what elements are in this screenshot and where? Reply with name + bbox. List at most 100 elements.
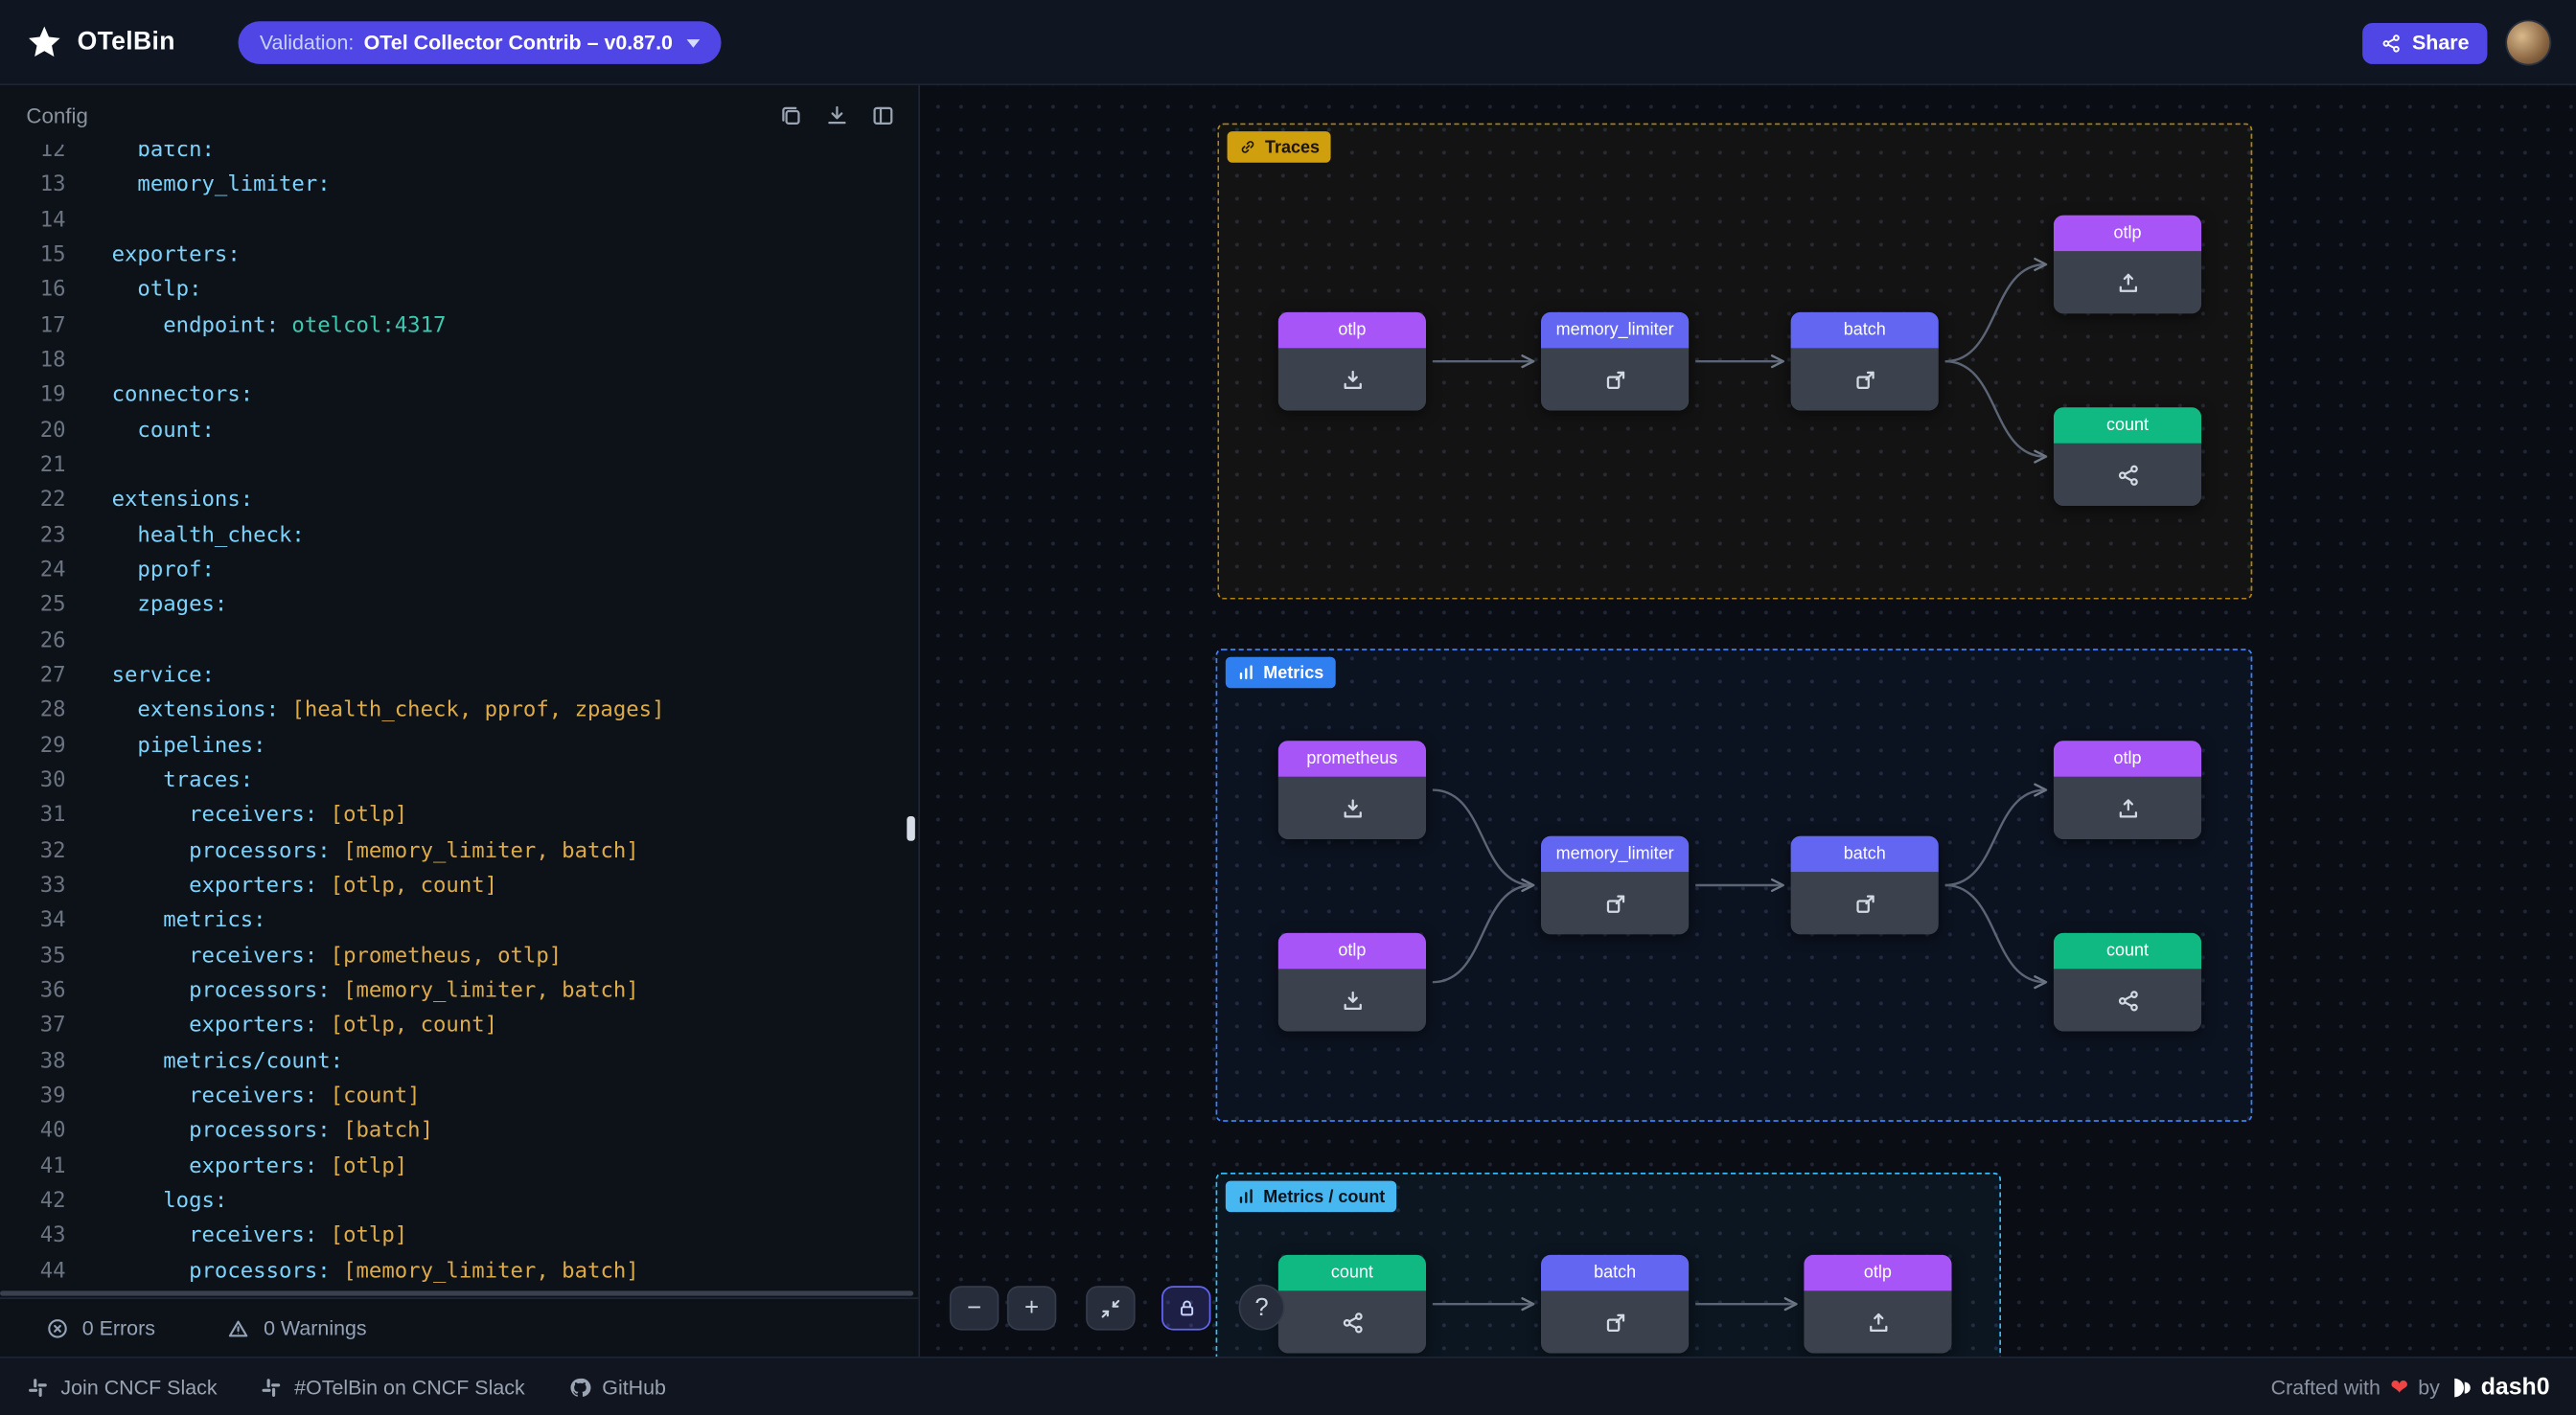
node-t-ml[interactable]: memory_limiter [1541,312,1689,411]
download-icon [825,103,850,127]
node-mc-batch[interactable]: batch [1541,1255,1689,1354]
line-content: exporters: [otlp, count] [112,1014,498,1038]
node-m-batch[interactable]: batch [1791,836,1939,935]
line-content: processors: [batch] [112,1119,433,1144]
code-line-13[interactable]: 13 memory_limiter: [0,168,918,203]
node-m-count[interactable]: count [2054,933,2201,1032]
share-nodes-icon [2115,463,2140,488]
node-body [1278,777,1426,839]
line-content: batch: [112,145,215,163]
code-line-30[interactable]: 30 traces: [0,764,918,799]
node-t-count[interactable]: count [2054,407,2201,506]
crafted-suffix: by [2418,1376,2440,1399]
line-number: 20 [0,419,66,444]
code-line-31[interactable]: 31 receivers: [otlp] [0,799,918,834]
code-line-44[interactable]: 44 processors: [memory_limiter, batch] [0,1254,918,1289]
dash0-brand[interactable]: dash0 [2450,1374,2549,1400]
node-label: batch [1791,836,1939,873]
inbox-download-icon [1340,988,1365,1013]
code-line-17[interactable]: 17 endpoint: otelcol:4317 [0,308,918,344]
code-line-41[interactable]: 41 exporters: [otlp] [0,1149,918,1184]
node-body [2054,251,2201,313]
node-label: count [2054,933,2201,970]
node-m-otlp-e[interactable]: otlp [2054,741,2201,839]
zoom-out-button[interactable]: − [950,1286,999,1330]
fit-view-icon [1099,1296,1122,1319]
editor-horizontal-scrollbar[interactable] [0,1290,913,1295]
code-line-22[interactable]: 22extensions: [0,483,918,518]
code-line-24[interactable]: 24 pprof: [0,554,918,589]
code-editor[interactable]: 12 batch:13 memory_limiter:1415exporters… [0,145,918,1297]
zoom-in-button[interactable]: + [1007,1286,1056,1330]
code-line-27[interactable]: 27service: [0,658,918,694]
code-line-37[interactable]: 37 exporters: [otlp, count] [0,1009,918,1044]
link-otelbin-cncf-slack[interactable]: #OTelBin on CNCF Slack [260,1376,525,1399]
code-line-21[interactable]: 21 [0,448,918,484]
code-line-34[interactable]: 34 metrics: [0,903,918,939]
code-line-12[interactable]: 12 batch: [0,145,918,169]
lock-button[interactable] [1162,1286,1210,1330]
line-number: 21 [0,453,66,478]
code-line-38[interactable]: 38 metrics/count: [0,1043,918,1079]
line-number: 13 [0,173,66,198]
fit-view-button[interactable] [1086,1286,1135,1330]
code-line-33[interactable]: 33 exporters: [otlp, count] [0,869,918,904]
line-number: 35 [0,944,66,969]
node-m-otlp-r[interactable]: otlp [1278,933,1426,1032]
dash0-label: dash0 [2481,1374,2550,1400]
node-body [1541,1290,1689,1353]
code-line-25[interactable]: 25 zpages: [0,588,918,624]
line-number: 28 [0,698,66,723]
node-mc-count[interactable]: count [1278,1255,1426,1354]
link-github[interactable]: GitHub [567,1376,666,1399]
code-line-42[interactable]: 42 logs: [0,1184,918,1220]
download-config-button[interactable] [825,103,850,127]
node-label: batch [1791,312,1939,349]
validation-dropdown[interactable]: Validation: OTel Collector Contrib – v0.… [239,21,723,64]
errors-status: 0 Errors [46,1316,155,1339]
code-line-23[interactable]: 23 health_check: [0,518,918,554]
code-line-20[interactable]: 20 count: [0,413,918,448]
code-line-40[interactable]: 40 processors: [batch] [0,1114,918,1150]
node-m-prom[interactable]: prometheus [1278,741,1426,839]
share-button[interactable]: Share [2363,22,2488,63]
edge-m-batch-m-otlp-e [1945,790,2046,885]
code-line-35[interactable]: 35 receivers: [prometheus, otlp] [0,939,918,974]
node-m-ml[interactable]: memory_limiter [1541,836,1689,935]
line-number: 31 [0,804,66,829]
code-line-29[interactable]: 29 pipelines: [0,728,918,764]
line-number: 19 [0,383,66,408]
code-line-19[interactable]: 19connectors: [0,378,918,414]
code-line-28[interactable]: 28 extensions: [health_check, pprof, zpa… [0,694,918,729]
code-line-14[interactable]: 14 [0,203,918,239]
header-actions: Share [2363,0,2550,85]
line-number: 15 [0,243,66,268]
node-t-batch[interactable]: batch [1791,312,1939,411]
help-button[interactable]: ? [1239,1285,1285,1331]
code-line-18[interactable]: 18 [0,343,918,378]
node-body [1278,969,1426,1031]
link-join-cncf-slack[interactable]: Join CNCF Slack [26,1376,217,1399]
code-line-32[interactable]: 32 processors: [memory_limiter, batch] [0,833,918,869]
node-label: otlp [2054,216,2201,252]
code-line-16[interactable]: 16 otlp: [0,273,918,308]
editor-vertical-scrollbar[interactable] [907,816,915,841]
code-line-39[interactable]: 39 receivers: [count] [0,1079,918,1114]
line-number: 32 [0,839,66,864]
collapse-panel-button[interactable] [871,103,896,127]
node-body [1804,1290,1951,1353]
line-content: metrics: [112,909,266,934]
code-line-43[interactable]: 43 receivers: [otlp] [0,1219,918,1254]
copy-config-button[interactable] [779,103,804,127]
node-t-otlp-e[interactable]: otlp [2054,216,2201,314]
line-number: 26 [0,628,66,653]
pipeline-canvas[interactable]: − + ? TracesMetricsMetrics / countotlpme… [920,85,2576,1357]
code-line-26[interactable]: 26 [0,624,918,659]
line-content: pipelines: [112,734,266,759]
lock-icon [1176,1297,1197,1318]
code-line-15[interactable]: 15exporters: [0,239,918,274]
node-t-otlp-r[interactable]: otlp [1278,312,1426,411]
user-avatar[interactable] [2507,21,2550,64]
code-line-36[interactable]: 36 processors: [memory_limiter, batch] [0,973,918,1009]
node-mc-otlp[interactable]: otlp [1804,1255,1951,1354]
